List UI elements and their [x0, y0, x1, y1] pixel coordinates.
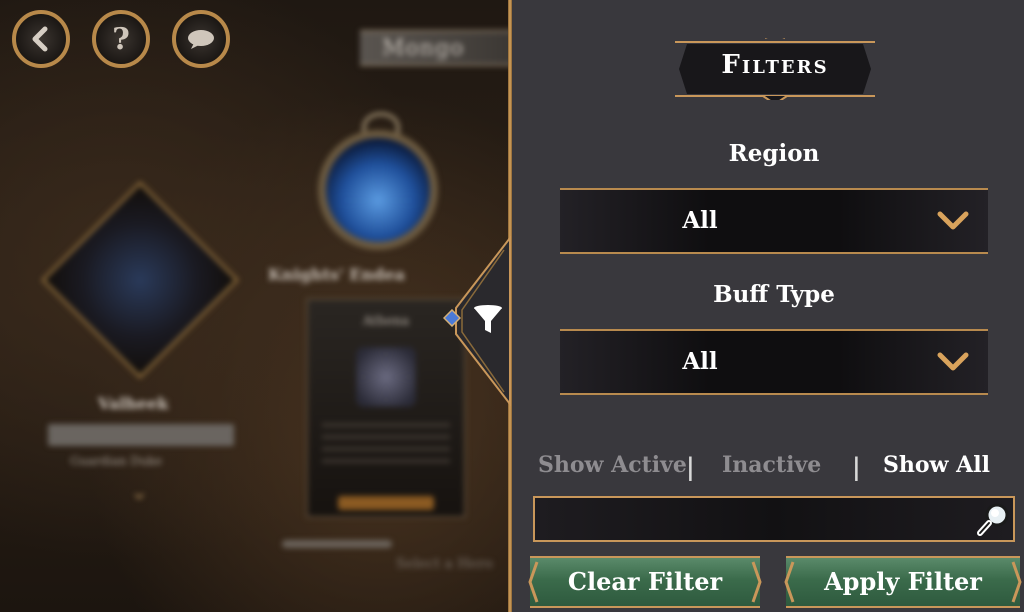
- clear-filter-label: Clear Filter: [567, 567, 723, 596]
- hero-portrait: [41, 181, 239, 379]
- chat-bubble-icon: [188, 30, 214, 49]
- card-header: Athena: [362, 314, 410, 329]
- filters-title: Filters: [721, 50, 829, 80]
- blue-gem-icon: [443, 309, 461, 327]
- inactive-toggle[interactable]: Inactive: [722, 452, 821, 478]
- card-footer: [338, 496, 434, 510]
- buff-type-label: Buff Type: [713, 281, 835, 308]
- chevron-down-icon: ⌄: [130, 480, 149, 505]
- chevron-down-icon: [937, 211, 969, 230]
- funnel-icon[interactable]: [470, 302, 506, 338]
- apply-filter-button[interactable]: Apply Filter: [784, 556, 1022, 608]
- card-emblem-icon: [356, 347, 416, 407]
- game-background: Mongo Knights' Endea Athena Valheek Guar…: [0, 0, 512, 612]
- hero-level-bar: [48, 424, 234, 446]
- hero-subtitle: Guardian Duke: [70, 454, 163, 468]
- question-icon: ?: [112, 21, 130, 57]
- button-cap-right: [1011, 561, 1022, 603]
- help-button[interactable]: ?: [92, 10, 150, 68]
- scroll-bar: [282, 540, 392, 548]
- buff-type-value: All: [682, 348, 718, 375]
- chevron-down-icon: [937, 352, 969, 371]
- show-active-toggle[interactable]: Show Active: [538, 452, 687, 478]
- region-label: Region: [728, 140, 820, 167]
- region-value: All: [682, 207, 718, 234]
- buff-type-dropdown[interactable]: All: [560, 329, 988, 395]
- blurred-layer: Mongo Knights' Endea Athena Valheek Guar…: [0, 0, 512, 612]
- button-cap-left: [784, 561, 795, 603]
- clear-filter-button[interactable]: Clear Filter: [528, 556, 762, 608]
- chat-button[interactable]: [172, 10, 230, 68]
- filters-title-plate: Filters: [675, 38, 875, 100]
- chevron-left-icon: [32, 26, 48, 52]
- toggle-divider: |: [852, 452, 861, 481]
- apply-filter-label: Apply Filter: [824, 567, 982, 596]
- search-input[interactable]: [541, 502, 965, 538]
- skill-card: Athena: [306, 298, 466, 518]
- toggle-divider: |: [686, 452, 695, 481]
- hero-title-banner: Mongo: [360, 30, 512, 66]
- select-hint: Select a Hero: [396, 556, 493, 572]
- button-cap-right: [751, 561, 762, 603]
- button-cap-left: [528, 561, 539, 603]
- back-button[interactable]: [12, 10, 70, 68]
- show-all-toggle[interactable]: Show All: [883, 452, 990, 478]
- card-description: [322, 423, 450, 467]
- blue-orb-icon: [318, 130, 438, 250]
- hero-name: Valheek: [98, 394, 169, 413]
- region-dropdown[interactable]: All: [560, 188, 988, 254]
- scene-subtitle: Knights' Endea: [268, 265, 405, 284]
- hero-title-text: Mongo: [382, 35, 465, 61]
- search-bar: [533, 496, 1015, 542]
- magnifier-icon[interactable]: [975, 500, 1013, 538]
